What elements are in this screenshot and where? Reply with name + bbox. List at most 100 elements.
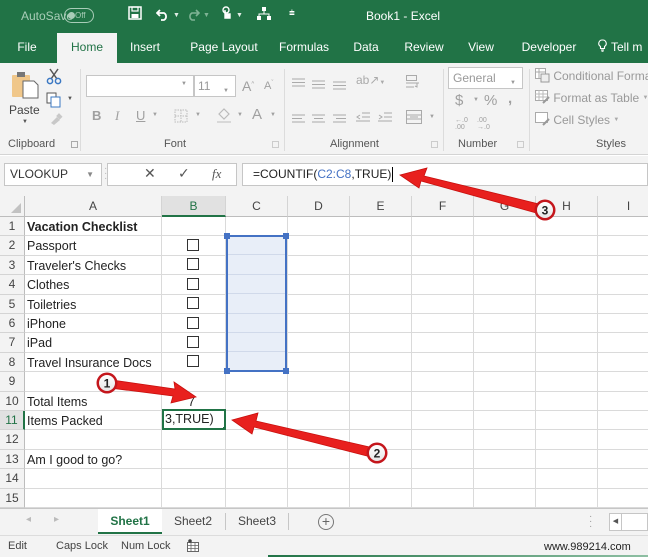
number-launcher-icon[interactable] (517, 141, 524, 148)
checkbox-row-2[interactable] (187, 239, 199, 251)
range-handle[interactable] (283, 233, 289, 239)
borders-dropdown-icon[interactable]: ▼ (195, 112, 201, 118)
alignment-launcher-icon[interactable] (431, 141, 438, 148)
copy-dropdown-icon[interactable]: ▼ (67, 96, 73, 102)
row-header-7[interactable]: 7 (0, 333, 25, 353)
column-header-h[interactable]: H (536, 196, 598, 217)
tab-view[interactable]: View (460, 33, 502, 63)
merge-dropdown-icon[interactable]: ▼ (429, 114, 435, 120)
name-box-dropdown-icon[interactable]: ▼ (86, 164, 94, 185)
cell-a8[interactable]: Travel Insurance Docs (27, 354, 152, 373)
scroll-left-icon[interactable]: ◀ (610, 514, 622, 530)
tab-page-layout[interactable]: Page Layout (178, 33, 270, 63)
format-painter-icon[interactable] (49, 113, 63, 128)
cell-a3[interactable]: Traveler's Checks (27, 257, 126, 276)
decrease-indent-icon[interactable] (356, 112, 370, 126)
enter-formula-button[interactable]: ✓ (178, 165, 190, 182)
tab-developer[interactable]: Developer (516, 33, 582, 63)
customize-qat-icon[interactable]: ⩧ (289, 8, 295, 19)
sheet-tab-sheet1[interactable]: Sheet1 (98, 509, 162, 534)
cell-a5[interactable]: Toiletries (27, 296, 76, 315)
org-chart-icon[interactable] (256, 7, 272, 25)
align-left-icon[interactable] (292, 113, 305, 127)
row-header-6[interactable]: 6 (0, 314, 25, 334)
worksheet-grid[interactable]: ABCDEFGHI 1 2 3 4 5 6 7 8 9 10 11 12 13 14 15 Vacation… (0, 196, 648, 508)
tell-me-search[interactable]: Tell m (598, 33, 648, 63)
cell-a10[interactable]: Total Items (27, 393, 87, 412)
copy-icon[interactable] (46, 92, 62, 111)
row-header-12[interactable]: 12 (0, 430, 25, 450)
previous-sheet-icon[interactable]: ◂ (26, 514, 31, 525)
row-header-3[interactable]: 3 (0, 255, 25, 276)
clipboard-launcher-icon[interactable] (71, 141, 78, 148)
redo-icon[interactable] (186, 7, 201, 25)
add-sheet-button[interactable]: + (318, 514, 334, 530)
row-header-4[interactable]: 4 (0, 275, 25, 295)
center-icon[interactable] (312, 113, 325, 127)
column-header-d[interactable]: D (288, 196, 350, 217)
font-size-input[interactable]: 11 ▼ (194, 75, 236, 97)
touch-mode-dropdown-icon[interactable]: ▼ (236, 12, 243, 19)
cell-a2[interactable]: Passport (27, 237, 76, 256)
column-header-i[interactable]: I (598, 196, 648, 217)
orientation-icon[interactable]: ab↗▼ (356, 73, 385, 87)
increase-font-size-icon[interactable]: A^ (242, 78, 254, 94)
touch-mode-icon[interactable] (221, 6, 233, 26)
fill-color-icon[interactable] (216, 107, 232, 126)
select-all-button[interactable] (0, 196, 25, 217)
checkbox-row-8[interactable] (187, 355, 199, 367)
tab-home[interactable]: Home (57, 33, 117, 63)
active-cell-b11[interactable]: 3,TRUE) (162, 409, 226, 430)
horizontal-scrollbar[interactable]: ◀ (609, 513, 648, 531)
column-header-c[interactable]: C (226, 196, 288, 217)
decrease-font-size-icon[interactable]: Aˇ (264, 80, 273, 92)
checkbox-row-6[interactable] (187, 316, 199, 329)
column-header-b[interactable]: B (162, 196, 226, 217)
cell-a1[interactable]: Vacation Checklist (27, 218, 137, 237)
borders-icon[interactable] (174, 109, 188, 126)
number-format-select[interactable]: General ▼ (448, 67, 523, 89)
font-name-input[interactable]: ▼ (86, 75, 194, 97)
comma-button[interactable]: , (508, 90, 512, 107)
cut-icon[interactable] (46, 68, 62, 88)
sheet-tab-sheet3[interactable]: Sheet3 (226, 509, 288, 534)
range-handle[interactable] (224, 368, 230, 374)
macro-record-icon[interactable] (187, 539, 199, 555)
top-align-icon[interactable] (292, 77, 305, 91)
checkbox-row-7[interactable] (187, 336, 199, 348)
tab-file[interactable]: File (8, 33, 46, 63)
align-right-icon[interactable] (333, 113, 346, 127)
range-handle[interactable] (283, 368, 289, 374)
splitter-grip-icon[interactable]: · · · (589, 512, 592, 532)
cell-a11[interactable]: Items Packed (27, 412, 103, 431)
column-header-g[interactable]: G (474, 196, 536, 217)
next-sheet-icon[interactable]: ▸ (54, 514, 59, 525)
column-header-e[interactable]: E (350, 196, 412, 217)
row-header-9[interactable]: 9 (0, 372, 25, 392)
wrap-text-icon[interactable] (406, 75, 420, 92)
cell-a13[interactable]: Am I good to go? (27, 451, 122, 470)
increase-decimal-button[interactable]: ←.0.00 (455, 117, 468, 131)
currency-dropdown-icon[interactable]: ▼ (473, 97, 479, 103)
name-box[interactable]: VLOOKUP ▼ (4, 163, 102, 186)
sheet-tab-sheet2[interactable]: Sheet2 (162, 509, 224, 534)
insert-function-button[interactable]: fx (212, 166, 221, 182)
cancel-formula-button[interactable]: ✕ (144, 165, 156, 182)
undo-dropdown-icon[interactable]: ▼ (173, 12, 180, 19)
decrease-decimal-button[interactable]: .00 →.0 (477, 117, 490, 131)
checkbox-row-4[interactable] (187, 277, 199, 290)
row-header-13[interactable]: 13 (0, 449, 25, 470)
fill-color-dropdown-icon[interactable]: ▼ (237, 112, 243, 118)
fill-handle[interactable] (222, 426, 224, 428)
underline-dropdown-icon[interactable]: ▼ (152, 112, 158, 118)
range-handle[interactable] (224, 233, 230, 239)
row-header-2[interactable]: 2 (0, 236, 25, 256)
cell-styles-button[interactable]: Cell Styles ▼ (535, 112, 648, 130)
save-icon[interactable] (128, 6, 142, 24)
checkbox-row-5[interactable] (187, 297, 199, 309)
merge-center-icon[interactable] (406, 110, 422, 127)
increase-indent-icon[interactable] (378, 112, 392, 126)
paste-button[interactable]: Paste ▼ (8, 69, 42, 129)
bottom-align-icon[interactable] (333, 80, 346, 94)
font-color-dropdown-icon[interactable]: ▼ (270, 112, 276, 118)
